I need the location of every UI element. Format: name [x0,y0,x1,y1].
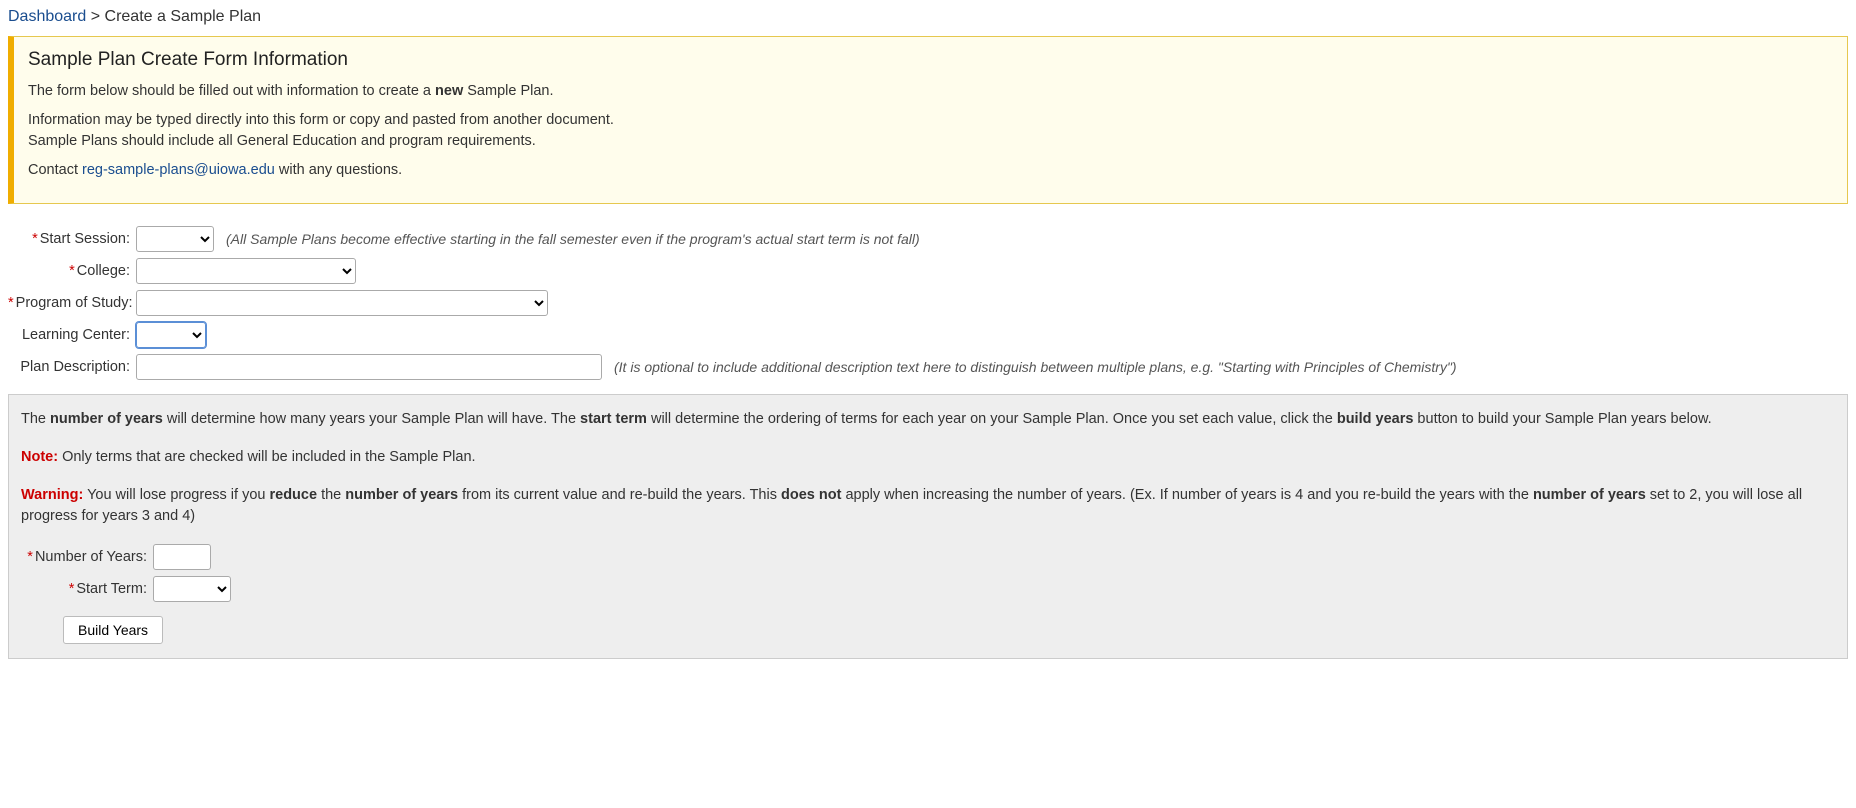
build-years-desc: The number of years will determine how m… [21,409,1835,431]
learning-center-label: Learning Center: [8,327,136,343]
info-line-1: The form below should be filled out with… [28,81,1833,102]
breadcrumb-current: Create a Sample Plan [105,8,262,25]
build-years-panel: The number of years will determine how m… [8,394,1848,659]
plan-description-hint: (It is optional to include additional de… [614,359,1457,375]
form-section: *Start Session: (All Sample Plans become… [8,226,1848,380]
breadcrumb-separator: > [86,8,104,25]
number-of-years-input[interactable] [153,544,211,570]
info-heading: Sample Plan Create Form Information [28,49,1833,71]
info-line-2-3: Information may be typed directly into t… [28,110,1833,152]
info-panel: Sample Plan Create Form Information The … [8,36,1848,204]
plan-description-input[interactable] [136,354,602,380]
start-session-label: *Start Session: [8,231,136,247]
college-label: *College: [8,263,136,279]
contact-email-link[interactable]: reg-sample-plans@uiowa.edu [82,162,275,178]
start-term-select[interactable] [153,576,231,602]
info-contact: Contact reg-sample-plans@uiowa.edu with … [28,160,1833,181]
program-of-study-select[interactable] [136,290,548,316]
start-session-hint: (All Sample Plans become effective start… [226,231,920,247]
build-years-warning: Warning: You will lose progress if you r… [21,485,1835,529]
learning-center-select[interactable] [136,322,206,348]
college-select[interactable] [136,258,356,284]
program-of-study-label: *Program of Study: [8,295,136,311]
start-session-select[interactable] [136,226,214,252]
number-of-years-label: *Number of Years: [21,549,153,565]
breadcrumb-dashboard-link[interactable]: Dashboard [8,8,86,25]
build-years-note: Note: Only terms that are checked will b… [21,447,1835,469]
start-term-label: *Start Term: [21,581,153,597]
build-years-button[interactable]: Build Years [63,616,163,644]
breadcrumb: Dashboard > Create a Sample Plan [8,4,1848,36]
plan-description-label: Plan Description: [8,359,136,375]
